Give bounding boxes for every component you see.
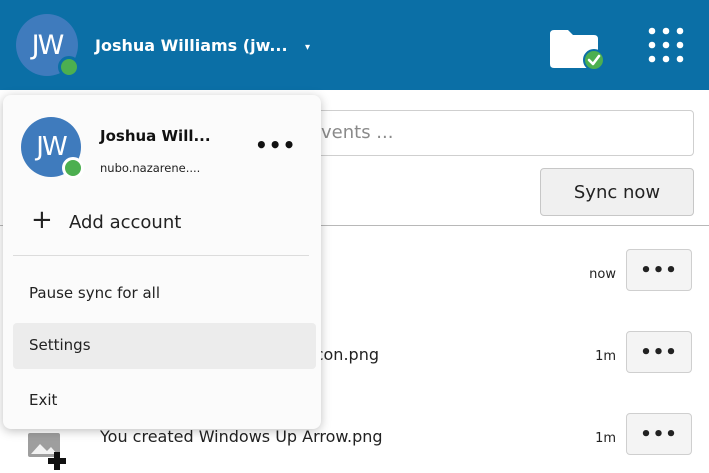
sync-now-button[interactable]: Sync now [540, 168, 694, 216]
avatar-initials: JW [31, 29, 65, 61]
search-placeholder: vents ... [321, 122, 394, 143]
menu-item-pause-sync[interactable]: Pause sync for all [13, 271, 316, 317]
activity-time: now [589, 267, 616, 282]
folder-check-icon[interactable] [548, 26, 606, 70]
chevron-down-icon[interactable]: ▾ [305, 42, 310, 53]
menu-item-label: Pause sync for all [29, 284, 161, 302]
plus-icon: + [31, 205, 53, 235]
menu-account-server: nubo.nazarene.... [100, 161, 201, 175]
image-add-icon [28, 433, 66, 470]
activity-time: 1m [595, 349, 616, 364]
avatar-initials: JW [36, 132, 67, 162]
add-account-label: Add account [69, 212, 182, 233]
account-menu: JW Joshua Will... nubo.nazarene.... ••• … [3, 95, 321, 429]
menu-divider [13, 255, 309, 256]
activity-more-button[interactable]: ••• [626, 413, 692, 455]
menu-item-label: Settings [29, 336, 91, 354]
activity-more-button[interactable]: ••• [626, 249, 692, 291]
activity-text: You created Windows Up Arrow.png [100, 427, 383, 446]
menu-account-name: Joshua Will... [100, 127, 211, 145]
account-avatar[interactable]: JW [16, 14, 80, 78]
activity-time: 1m [595, 431, 616, 446]
search-input[interactable]: vents ... [300, 110, 694, 156]
add-account-button[interactable]: + Add account [13, 203, 309, 245]
menu-item-settings[interactable]: Settings [13, 323, 316, 369]
menu-item-exit[interactable]: Exit [13, 378, 316, 424]
account-switcher-name[interactable]: Joshua Williams (jw... [95, 36, 288, 55]
online-status-icon [62, 157, 84, 179]
menu-item-label: Exit [29, 391, 58, 409]
online-status-icon [58, 56, 80, 78]
header-bar: JW Joshua Williams (jw... ▾ [0, 0, 709, 90]
account-more-button[interactable]: ••• [255, 133, 296, 157]
activity-more-button[interactable]: ••• [626, 331, 692, 373]
apps-grid-icon[interactable] [645, 24, 687, 66]
account-avatar: JW [21, 117, 84, 179]
